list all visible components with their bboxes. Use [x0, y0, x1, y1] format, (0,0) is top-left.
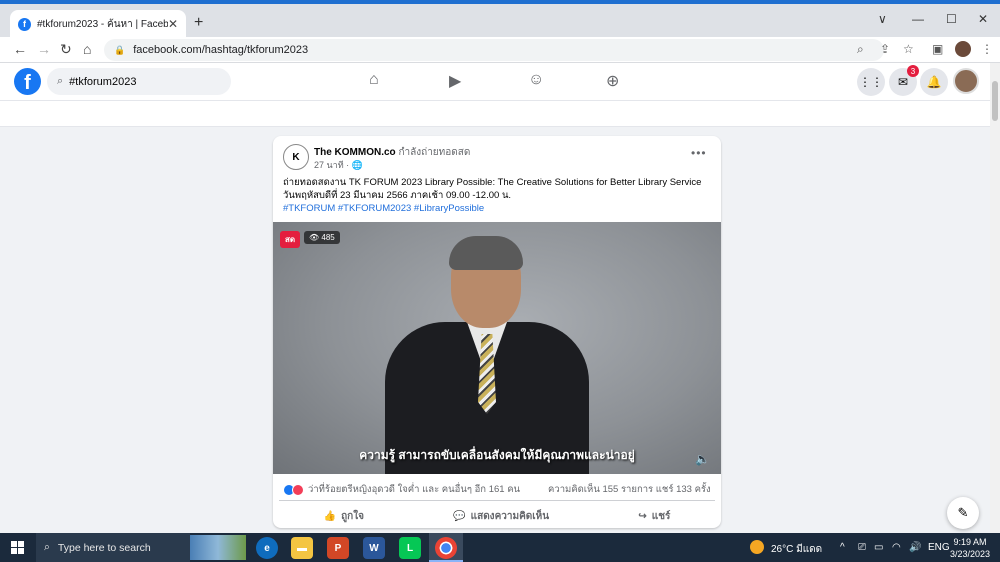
weather-text[interactable]: 26°C มีแดด	[771, 542, 822, 557]
line-icon[interactable]: L	[399, 537, 421, 559]
address-bar-row: ← → ↻ ⌂ 🔒 facebook.com/hashtag/tkforum20…	[0, 37, 1000, 63]
post-hashtags[interactable]: #TKFORUM #TKFORUM2023 #LibraryPossible	[283, 202, 713, 215]
sidepanel-icon[interactable]: ▣	[932, 42, 943, 56]
watch-nav-icon[interactable]: ▶	[449, 71, 461, 91]
scrollbar-thumb[interactable]	[992, 81, 998, 121]
back-arrow-icon[interactable]: ←	[13, 41, 27, 57]
page-logo[interactable]: K	[283, 144, 309, 170]
post-line-2: วันพฤหัสบดีที่ 23 มีนาคม 2566 ภาคเช้า 09…	[283, 190, 512, 201]
language-indicator[interactable]: ENG	[928, 542, 950, 553]
post-timestamp[interactable]: 27 นาที · 🌐	[314, 158, 363, 172]
reaction-icons	[283, 483, 304, 496]
mute-icon[interactable]: 🔈	[695, 452, 710, 466]
page-name[interactable]: The KOMMON.co	[314, 147, 396, 158]
word-icon[interactable]: W	[363, 537, 385, 559]
share-button[interactable]: ↪ แชร์	[638, 509, 670, 524]
lock-icon: 🔒	[114, 44, 126, 55]
bookmark-star-icon[interactable]: ☆	[903, 42, 914, 56]
edge-icon[interactable]: e	[256, 537, 278, 559]
header-spacer	[0, 101, 990, 127]
menu-grid-icon[interactable]: ⋮⋮	[857, 68, 885, 96]
search-highlight-image[interactable]	[190, 535, 246, 560]
close-window-button[interactable]: ✕	[978, 12, 988, 26]
home-icon[interactable]: ⌂	[83, 41, 91, 57]
post-line-1: ถ่ายทอดสดงาน TK FORUM 2023 Library Possi…	[283, 177, 702, 188]
taskbar-search[interactable]: ⌕ Type here to search	[36, 533, 190, 562]
meet-now-icon[interactable]: ⎚	[858, 542, 866, 553]
maximize-button[interactable]: ☐	[946, 12, 957, 26]
like-label: ถูกใจ	[341, 511, 364, 522]
more-options-icon[interactable]: •••	[691, 146, 707, 160]
windows-taskbar: ⌕ Type here to search e ▬ P W L 26°C มีแ…	[0, 533, 1000, 562]
taskbar-search-icon: ⌕	[44, 541, 50, 553]
video-subtitle: ความรู้ สามารถขับเคลื่อนสังคมให้มีคุณภาพ…	[359, 448, 635, 462]
messenger-badge: 3	[907, 65, 919, 77]
reactions-text: ว่าที่ร้อยตรีหญิงอุดวดี ใจค่ำ และ คนอื่น…	[308, 484, 521, 495]
gaming-nav-icon[interactable]: ⊕	[606, 71, 619, 91]
post-text: ถ่ายทอดสดงาน TK FORUM 2023 Library Possi…	[283, 176, 713, 215]
fb-account-avatar[interactable]	[953, 68, 979, 94]
zoom-icon[interactable]: ⌕	[857, 42, 864, 57]
volume-icon[interactable]: 🔊	[909, 542, 921, 553]
page-scrollbar[interactable]	[990, 63, 1000, 533]
live-badge: สด	[280, 231, 301, 248]
speaker-hair	[449, 236, 523, 270]
tray-caret-icon[interactable]: ^	[840, 542, 845, 553]
share-page-icon[interactable]: ⇪	[880, 42, 890, 56]
tab-search-icon[interactable]: ∨	[878, 12, 887, 26]
home-nav-icon[interactable]: ⌂	[369, 71, 379, 89]
chrome-menu-icon[interactable]: ⋮	[981, 42, 993, 56]
file-explorer-icon[interactable]: ▬	[291, 537, 313, 559]
post-action: กำลังถ่ายทอดสด	[398, 147, 471, 158]
clock-time: 9:19 AM	[953, 537, 987, 547]
taskbar-search-placeholder: Type here to search	[57, 541, 151, 554]
windows-start-icon[interactable]	[11, 541, 24, 554]
browser-titlebar: f #tkforum2023 - ค้นหา | Facebook ✕ + ∨ …	[0, 0, 1000, 38]
share-label: แชร์	[651, 511, 671, 522]
chrome-profile-avatar[interactable]	[955, 41, 971, 57]
url-text: facebook.com/hashtag/tkforum2023	[133, 44, 309, 56]
notifications-bell-icon[interactable]: 🔔	[920, 68, 948, 96]
facebook-logo[interactable]: f	[14, 68, 41, 95]
facebook-header: f ⌕ #tkforum2023 ⌂ ▶ ☺ ⊕ ⋮⋮ ✉ 🔔	[0, 63, 990, 101]
system-clock[interactable]: 9:19 AM 3/23/2023	[950, 536, 990, 560]
facebook-favicon-icon: f	[18, 17, 31, 31]
chrome-icon[interactable]	[435, 537, 457, 559]
post-card: K The KOMMON.co กำลังถ่ายทอดสด 27 นาที ·…	[273, 136, 721, 528]
viewer-count: 👁 485	[304, 231, 340, 244]
search-value: #tkforum2023	[69, 75, 137, 88]
live-video-player[interactable]: สด 👁 485 ความรู้ สามารถขับเคลื่อนสังคมให…	[273, 222, 721, 474]
comment-button[interactable]: 💬 แสดงความคิดเห็น	[453, 509, 549, 524]
tab-title: #tkforum2023 - ค้นหา | Facebook	[37, 18, 168, 30]
love-reaction-icon	[292, 483, 304, 496]
thumbs-up-icon: 👍	[323, 511, 337, 522]
powerpoint-icon[interactable]: P	[327, 537, 349, 559]
reactions-summary[interactable]: ว่าที่ร้อยตรีหญิงอุดวดี ใจค่ำ และ คนอื่น…	[283, 482, 520, 497]
facebook-search-input[interactable]: ⌕ #tkforum2023	[47, 68, 231, 95]
clock-date: 3/23/2023	[950, 549, 991, 559]
minimize-button[interactable]: —	[912, 12, 924, 26]
groups-nav-icon[interactable]: ☺	[528, 71, 544, 89]
new-message-compose-icon[interactable]: ✎	[947, 497, 979, 529]
new-tab-button[interactable]: +	[194, 14, 203, 32]
weather-sun-icon	[750, 540, 764, 554]
comment-icon: 💬	[453, 511, 466, 522]
share-icon: ↪	[638, 511, 647, 522]
reload-icon[interactable]: ↻	[60, 41, 72, 58]
browser-tab[interactable]: f #tkforum2023 - ค้นหา | Facebook ✕	[10, 10, 186, 38]
tab-close-icon[interactable]: ✕	[168, 17, 178, 31]
network-icon[interactable]: ◠	[892, 542, 901, 553]
like-button[interactable]: 👍 ถูกใจ	[324, 509, 364, 524]
post-actions: 👍 ถูกใจ 💬 แสดงความคิดเห็น ↪ แชร์	[279, 500, 715, 524]
search-icon: ⌕	[57, 75, 64, 87]
forward-arrow-icon[interactable]: →	[37, 41, 51, 57]
url-omnibox[interactable]: 🔒 facebook.com/hashtag/tkforum2023	[104, 39, 884, 61]
battery-icon[interactable]: ▭	[874, 542, 883, 553]
post-stats[interactable]: ความคิดเห็น 155 รายการ แชร์ 133 ครั้ง	[548, 482, 711, 497]
comment-label: แสดงความคิดเห็น	[470, 511, 550, 522]
